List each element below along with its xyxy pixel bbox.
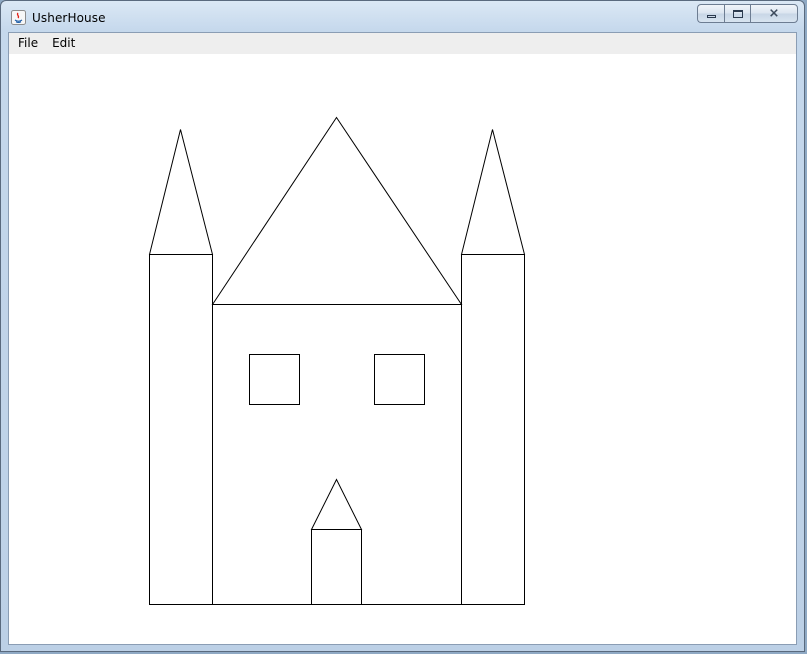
main-house-body (212, 304, 462, 605)
door (311, 529, 362, 605)
left-tower-body (149, 254, 213, 605)
title-bar[interactable]: UsherHouse ⨯ (1, 1, 804, 33)
main-roof (211, 116, 463, 305)
client-area: File Edit (8, 32, 797, 645)
minimize-icon (706, 15, 716, 18)
right-tower-body (461, 254, 525, 605)
close-icon: ⨯ (768, 6, 780, 21)
window-controls: ⨯ (697, 4, 798, 23)
menu-file[interactable]: File (9, 33, 45, 54)
maximize-button[interactable] (724, 4, 750, 23)
door-pediment (310, 478, 363, 530)
menu-bar: File Edit (9, 33, 796, 54)
drawing-canvas[interactable] (9, 54, 796, 644)
right-tower-roof (460, 129, 526, 255)
house-drawing (148, 116, 526, 605)
window-title: UsherHouse (32, 11, 106, 25)
left-tower-roof (148, 129, 214, 255)
maximize-icon (732, 9, 743, 18)
app-window: UsherHouse ⨯ File Edit (0, 0, 805, 652)
close-button[interactable]: ⨯ (750, 4, 798, 23)
menu-edit[interactable]: Edit (45, 33, 82, 54)
left-window (249, 354, 300, 405)
minimize-button[interactable] (697, 4, 724, 23)
right-window (374, 354, 425, 405)
java-app-icon (11, 10, 26, 25)
